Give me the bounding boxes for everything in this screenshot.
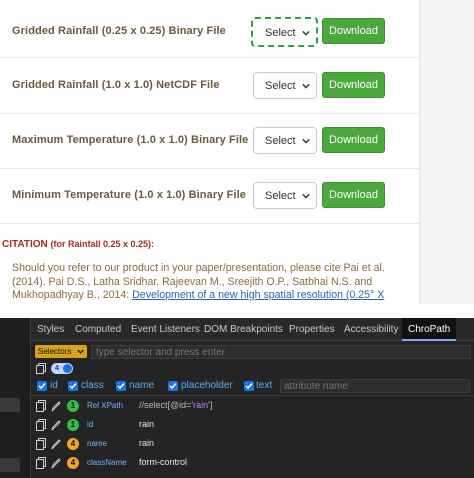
download-button[interactable]: Download xyxy=(322,72,385,98)
attr-label-class: class xyxy=(81,380,104,391)
download-card: Gridded Rainfall (0.25 x 0.25) Binary Fi… xyxy=(0,0,420,304)
file-label: Gridded Rainfall (0.25 x 0.25) Binary Fi… xyxy=(12,25,226,37)
file-label: Gridded Rainfall (1.0 x 1.0) NetCDF File xyxy=(12,79,220,91)
tab-styles[interactable]: Styles xyxy=(37,318,64,341)
tab-accessibility[interactable]: Accessibility xyxy=(344,318,398,341)
result-row-name: 4 name rain xyxy=(31,435,474,454)
tab-computed[interactable]: Computed xyxy=(75,318,121,341)
tab-properties[interactable]: Properties xyxy=(289,318,335,341)
file-format-select[interactable]: Select xyxy=(251,17,318,47)
checkbox-checked-icon[interactable] xyxy=(168,381,178,391)
match-count-badge: 4 xyxy=(67,457,79,469)
copy-icon[interactable] xyxy=(36,419,46,431)
result-value[interactable]: //select[@id='rain'] xyxy=(139,400,212,410)
attr-label-id: id xyxy=(50,380,58,391)
attr-label-text: text xyxy=(256,380,273,391)
attr-label-name: name xyxy=(129,380,155,391)
sidebar-tabs: Styles Computed Event Listeners DOM Brea… xyxy=(31,318,474,341)
result-row-id: 1 id rain xyxy=(31,416,474,435)
result-label: className xyxy=(87,458,127,467)
match-count-badge: 1 xyxy=(67,419,79,431)
web-page: Gridded Rainfall (0.25 x 0.25) Binary Fi… xyxy=(0,0,474,304)
copy-icon[interactable] xyxy=(36,457,46,469)
devtools-panel: Styles Computed Event Listeners DOM Brea… xyxy=(0,318,474,478)
download-button[interactable]: Download xyxy=(322,18,385,44)
tab-event-listeners[interactable]: Event Listeners xyxy=(131,318,200,341)
checkbox-checked-icon[interactable] xyxy=(116,381,126,391)
copy-icon[interactable] xyxy=(36,438,46,450)
file-format-select[interactable]: Select xyxy=(253,127,317,154)
copy-icon[interactable] xyxy=(36,363,46,374)
file-row-max-temp: Maximum Temperature (1.0 x 1.0) Binary F… xyxy=(0,113,420,169)
file-row-rainfall-10: Gridded Rainfall (1.0 x 1.0) NetCDF File… xyxy=(0,58,420,114)
match-row: 4 xyxy=(31,362,474,376)
result-value[interactable]: rain xyxy=(139,419,154,429)
attribute-name-input[interactable] xyxy=(280,379,470,393)
attr-label-placeholder: placeholder xyxy=(181,380,233,391)
chropath-toolbar: Selectors xyxy=(31,342,474,362)
chevron-down-icon xyxy=(302,30,310,36)
citation-text: Should you refer to our product in your … xyxy=(12,262,385,301)
tab-chropath[interactable]: ChroPath xyxy=(402,318,457,341)
match-count-toggle[interactable]: 4 xyxy=(51,363,73,374)
result-value[interactable]: form-control xyxy=(139,457,187,467)
edit-pencil-icon[interactable] xyxy=(51,438,61,450)
result-label: id xyxy=(87,420,94,429)
result-label: Rel XPath xyxy=(87,401,124,410)
copy-icon[interactable] xyxy=(36,400,46,412)
result-row-classname: 4 className form-control xyxy=(31,454,474,473)
selector-type-dropdown[interactable]: Selectors xyxy=(35,345,87,358)
elements-pane-edge xyxy=(0,318,31,478)
chevron-down-icon xyxy=(302,193,310,199)
edit-pencil-icon[interactable] xyxy=(51,400,61,412)
file-format-select[interactable]: Select xyxy=(253,182,317,209)
file-row-min-temp: Minimum Temperature (1.0 x 1.0) Binary F… xyxy=(0,168,420,224)
file-format-select[interactable]: Select xyxy=(253,72,317,99)
result-value[interactable]: rain xyxy=(139,438,154,448)
download-button[interactable]: Download xyxy=(322,182,385,208)
chevron-down-icon xyxy=(77,349,84,354)
download-button[interactable]: Download xyxy=(322,127,385,153)
attribute-filters: id class name placeholder text xyxy=(31,378,474,394)
chevron-down-icon xyxy=(302,138,310,144)
checkbox-checked-icon[interactable] xyxy=(244,381,254,391)
selector-input[interactable] xyxy=(91,345,471,359)
match-count-badge: 4 xyxy=(67,438,79,450)
result-row-rel-xpath: 1 Rel XPath //select[@id='rain'] xyxy=(31,397,474,416)
file-label: Minimum Temperature (1.0 x 1.0) Binary F… xyxy=(12,189,246,201)
tab-dom-breakpoints[interactable]: DOM Breakpoints xyxy=(204,318,283,341)
edit-pencil-icon[interactable] xyxy=(51,419,61,431)
result-label: name xyxy=(87,439,108,448)
checkbox-checked-icon[interactable] xyxy=(68,381,78,391)
citation-link[interactable]: Development of a new high spatial resolu… xyxy=(132,289,384,301)
chevron-down-icon xyxy=(302,83,310,89)
edit-pencil-icon[interactable] xyxy=(51,457,61,469)
citation-heading: CITATION (for Rainfall 0.25 x 0.25): xyxy=(2,239,155,250)
file-label: Maximum Temperature (1.0 x 1.0) Binary F… xyxy=(12,134,249,146)
file-row-rainfall-025: Gridded Rainfall (0.25 x 0.25) Binary Fi… xyxy=(0,2,420,58)
checkbox-checked-icon[interactable] xyxy=(37,381,47,391)
match-count-badge: 1 xyxy=(67,400,79,412)
